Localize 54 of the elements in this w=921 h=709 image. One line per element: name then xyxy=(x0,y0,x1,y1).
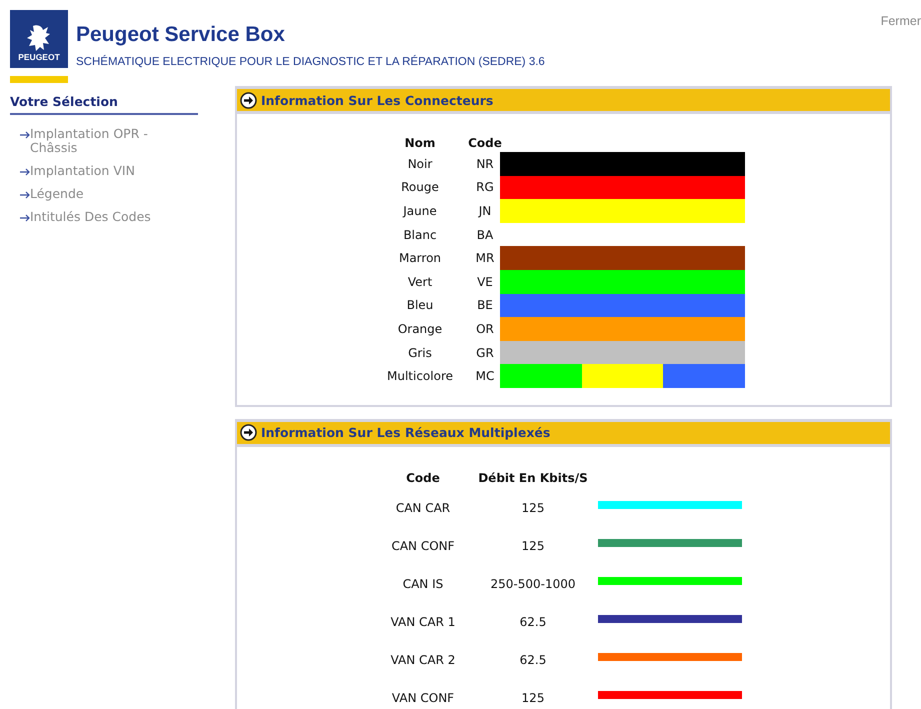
color-code: OR xyxy=(475,320,495,338)
color-name: Multicolore xyxy=(386,368,454,386)
bit-rate: 125 xyxy=(520,500,546,517)
network-code: VAN CONF xyxy=(390,690,456,707)
color-code: JN xyxy=(477,202,492,220)
app-title: Peugeot Service Box xyxy=(76,23,286,47)
network-code: CAN IS xyxy=(402,576,444,593)
column-header: Code xyxy=(470,135,500,152)
network-code: VAN CAR 2 xyxy=(390,652,456,669)
panel-title: Information Sur Les Connecteurs xyxy=(261,92,494,108)
bit-rate: 125 xyxy=(520,690,546,707)
sidebar-title: Votre Sélection xyxy=(10,94,198,115)
color-name: Jaune xyxy=(402,202,438,220)
sidebar-link[interactable]: Légende xyxy=(30,187,190,201)
arrow-icon xyxy=(20,214,30,222)
color-name: Gris xyxy=(407,344,433,362)
column-header: Débit En Kbits/S xyxy=(478,470,588,487)
logo-text: PEUGEOT xyxy=(18,52,60,62)
arrow-icon xyxy=(20,131,30,139)
logo-stripe xyxy=(10,76,68,83)
color-name: Bleu xyxy=(406,297,434,314)
column-header: Code xyxy=(405,470,441,487)
color-code: BE xyxy=(476,297,494,314)
network-code: CAN CONF xyxy=(390,538,456,555)
color-code: BA xyxy=(476,226,494,244)
color-name: Blanc xyxy=(402,226,438,244)
color-name: Vert xyxy=(406,274,434,291)
arrow-right-icon xyxy=(240,92,257,108)
panel-title: Information Sur Les Réseaux Multiplexés xyxy=(261,425,550,440)
app-subtitle: SCHÉMATIQUE ELECTRIQUE POUR LE DIAGNOSTIC ET LA RÉPARATION (SEDRE) 3.6 xyxy=(76,56,545,68)
sidebar-link[interactable]: Implantation VIN xyxy=(30,164,190,178)
bit-rate: 62.5 xyxy=(518,614,548,631)
color-code: NR xyxy=(475,156,495,173)
color-code: GR xyxy=(475,344,495,362)
sidebar-link[interactable]: Implantation OPR - Châssis xyxy=(30,127,190,155)
network-code: CAN CAR xyxy=(394,500,452,517)
color-code: MC xyxy=(474,368,496,386)
arrow-icon xyxy=(20,191,30,199)
color-code: VE xyxy=(476,274,494,291)
column-header: Nom xyxy=(404,135,436,152)
arrow-right-icon xyxy=(240,424,257,442)
color-code: RG xyxy=(475,179,495,196)
color-name: Noir xyxy=(406,156,434,173)
sidebar-link[interactable]: Intitulés Des Codes xyxy=(30,210,190,224)
color-code: MR xyxy=(474,250,496,268)
network-code: VAN CAR 1 xyxy=(390,614,456,631)
bit-rate: 250-500-1000 xyxy=(489,576,576,593)
bit-rate: 125 xyxy=(520,538,546,555)
color-name: Rouge xyxy=(400,179,440,196)
arrow-icon xyxy=(20,168,30,176)
color-name: Orange xyxy=(396,320,444,338)
color-name: Marron xyxy=(398,250,442,268)
close-link[interactable]: Fermer xyxy=(880,14,921,28)
bit-rate: 62.5 xyxy=(518,652,548,669)
